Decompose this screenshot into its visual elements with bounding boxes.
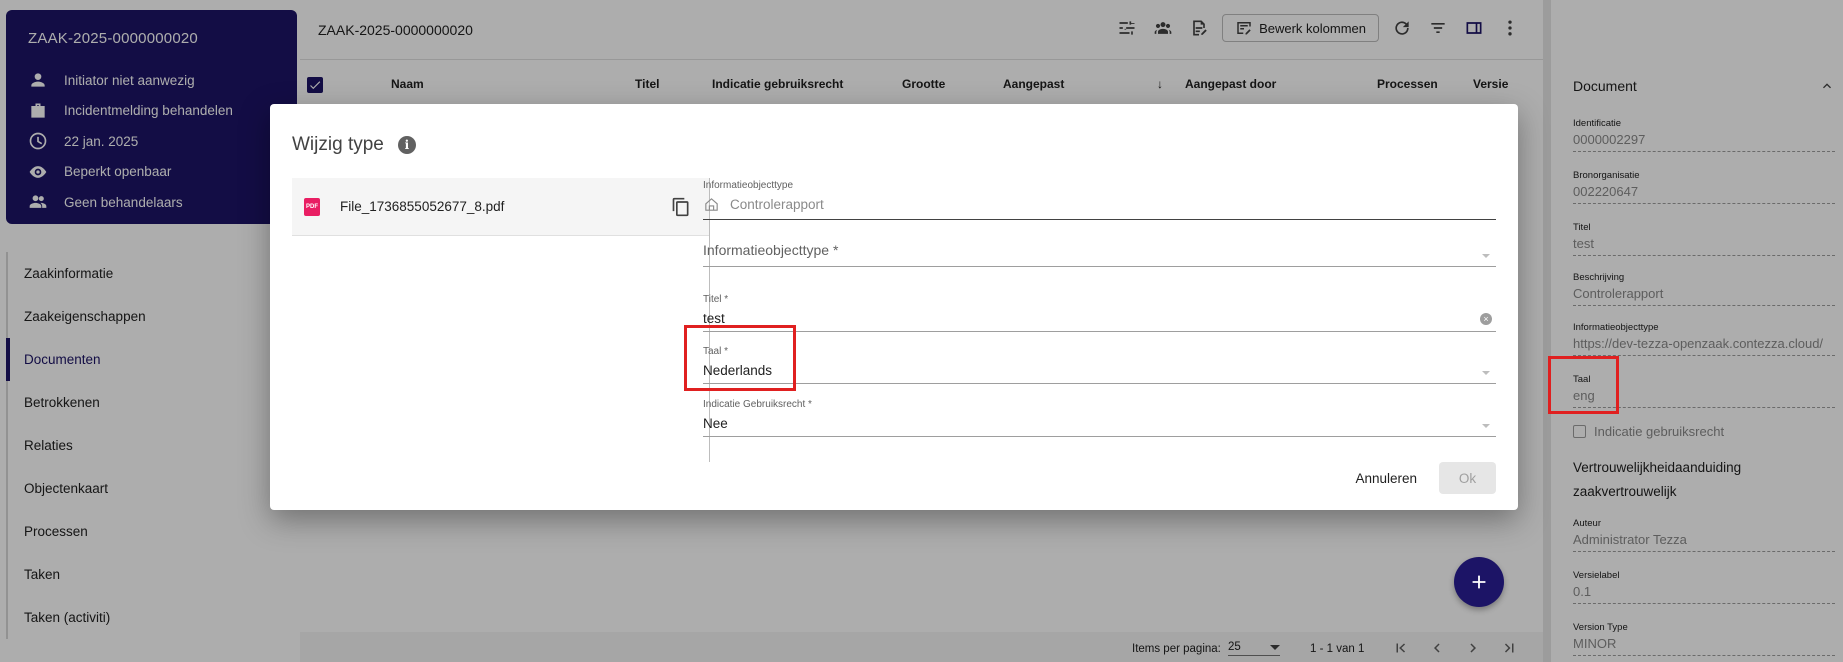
copy-icon[interactable] xyxy=(671,197,691,217)
field-label: Informatieobjecttype xyxy=(703,180,794,191)
highlight-box-taal-panel xyxy=(1548,356,1619,414)
dropdown-arrow-icon xyxy=(1482,424,1490,428)
highlight-box-taal-dialog xyxy=(684,325,796,391)
field-label: Taal * xyxy=(703,346,729,357)
field-value: Nee xyxy=(703,415,728,431)
titel-input[interactable]: Titel * test × xyxy=(703,294,1496,332)
dialog-file-list: PDF File_1736855052677_8.pdf xyxy=(292,178,710,462)
dropdown-arrow-icon xyxy=(1482,254,1490,258)
plus-icon xyxy=(1472,575,1486,589)
change-type-dialog: Wijzig type i PDF File_1736855052677_8.p… xyxy=(270,104,1518,510)
field-label: Indicatie Gebruiksrecht * xyxy=(703,399,812,410)
current-type-field: Informatieobjecttype Controlerapport xyxy=(703,180,1496,220)
current-type-text: Controlerapport xyxy=(730,196,824,212)
home-icon xyxy=(705,197,718,211)
file-list-item[interactable]: PDF File_1736855052677_8.pdf xyxy=(292,178,709,236)
dropdown-arrow-icon xyxy=(1482,371,1490,375)
gebruiksrecht-select[interactable]: Indicatie Gebruiksrecht * Nee xyxy=(703,399,1496,437)
taal-select[interactable]: Taal * Nederlands xyxy=(703,346,1496,384)
informatieobjecttype-select[interactable]: Informatieobjecttype * xyxy=(703,240,1496,267)
field-label: Titel * xyxy=(703,294,729,305)
current-type-value: Controlerapport xyxy=(703,195,1496,213)
dialog-actions: Annuleren Ok xyxy=(1351,462,1496,494)
ok-button[interactable]: Ok xyxy=(1439,462,1496,494)
add-document-button[interactable] xyxy=(1454,557,1504,607)
dialog-title-text: Wijzig type xyxy=(292,134,384,155)
cancel-button[interactable]: Annuleren xyxy=(1351,463,1421,494)
pdf-icon: PDF xyxy=(304,197,320,216)
field-placeholder: Informatieobjecttype * xyxy=(703,242,839,258)
info-icon[interactable]: i xyxy=(397,136,416,154)
field-value: test xyxy=(703,310,725,326)
file-name: File_1736855052677_8.pdf xyxy=(340,199,505,214)
clear-icon[interactable]: × xyxy=(1480,313,1492,325)
dialog-title: Wijzig type i xyxy=(292,134,416,156)
field-value: Nederlands xyxy=(703,362,773,378)
